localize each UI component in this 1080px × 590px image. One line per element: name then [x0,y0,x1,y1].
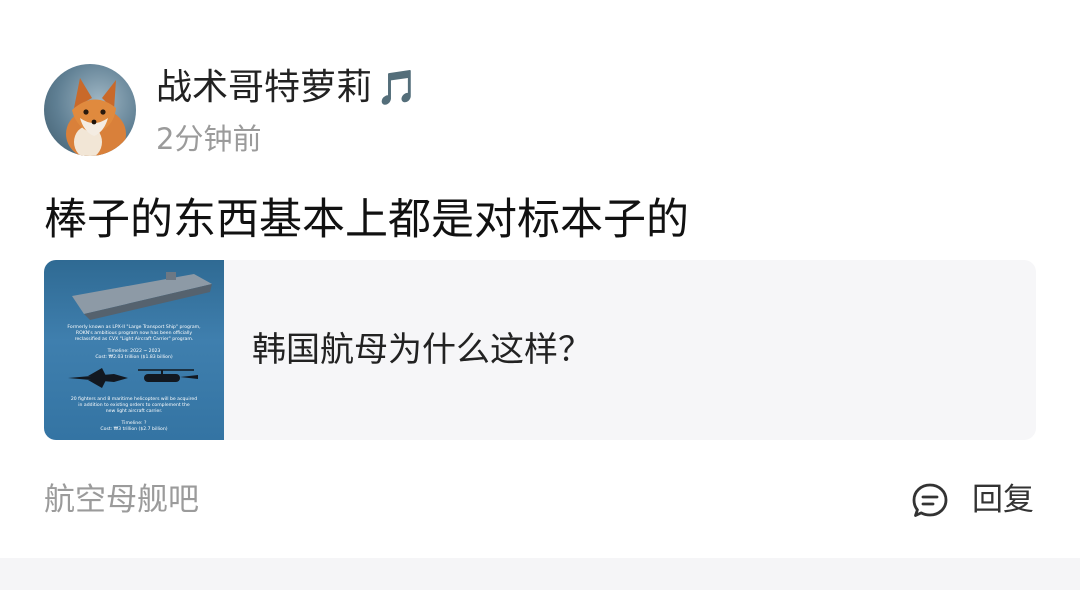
thumb-line: Cost: ₩2.03 trillion ($1.83 billion) [95,354,173,360]
carrier-infographic-image: Formerly known as LPX-II "Large Transpor… [67,272,212,432]
thumb-line: Timeline: ? [121,420,148,426]
section-divider [0,558,1080,590]
thread-thumbnail: Formerly known as LPX-II "Large Transpor… [44,260,224,440]
chat-bubble-icon [912,483,948,517]
thumb-line: Formerly known as LPX-II "Large Transpor… [67,324,201,330]
thumb-line: ROKN's ambitious program now has been of… [76,330,192,336]
post-content: 棒子的东西基本上都是对标本子的 [44,195,689,245]
music-note-icon: 🎵 [376,68,419,108]
linked-thread-title[interactable]: 韩国航母为什么这样？ [252,326,592,374]
reply-button[interactable]: 回复 [910,478,1034,522]
reply-label: 回复 [972,482,1034,518]
username-text: 战术哥特萝莉 [156,67,373,108]
user-avatar[interactable] [44,64,136,156]
thumb-line: 20 fighters and 8 maritime helicopters w… [71,396,197,402]
thumb-line: new light aircraft carrier. [106,408,163,414]
linked-thread-card[interactable]: Formerly known as LPX-II "Large Transpor… [44,260,1036,440]
thumb-line: reclassified as CVX "Light Aircraft Carr… [75,336,194,342]
username[interactable]: 战术哥特萝莉 🎵 [156,62,418,114]
thumb-line: in addition to existing orders to comple… [78,402,190,408]
thumb-line: Cost: ₩3 trillion ($2.7 billion) [100,426,167,432]
thumb-line: Timeline: 2022 ~ 2023 [107,348,161,354]
post-time: 2分钟前 [156,122,262,156]
forum-name-link[interactable]: 航空母舰吧 [44,478,199,522]
fox-icon [66,78,126,156]
